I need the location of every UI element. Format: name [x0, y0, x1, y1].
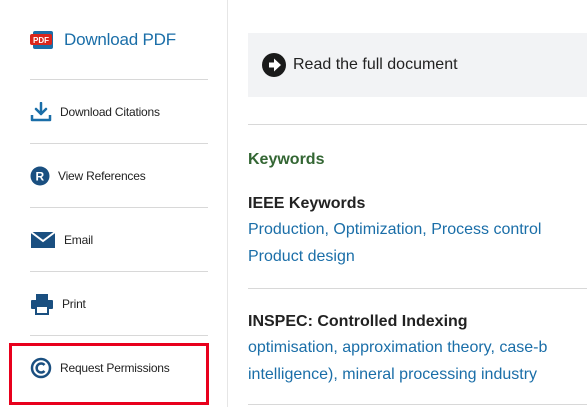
- request-permissions-label: Request Permissions: [60, 361, 170, 375]
- download-pdf-button[interactable]: PDF Download PDF: [30, 0, 208, 80]
- divider: [248, 124, 587, 125]
- request-permissions-button[interactable]: Request Permissions: [30, 336, 208, 400]
- ieee-keywords-line-1[interactable]: Production, Optimization, Process contro…: [248, 221, 541, 239]
- email-button[interactable]: Email: [30, 208, 208, 272]
- arrow-right-circle-icon: [261, 52, 287, 78]
- page: PDF Download PDF Download Citations R Vi…: [0, 0, 587, 407]
- svg-text:R: R: [36, 169, 45, 183]
- ieee-keywords-line-2[interactable]: Product design: [248, 248, 355, 266]
- divider: [248, 288, 587, 289]
- inspec-controlled-line-1[interactable]: optimisation, approximation theory, case…: [248, 339, 547, 357]
- read-full-document-label: Read the full document: [293, 56, 458, 73]
- email-icon: [30, 230, 56, 249]
- divider: [248, 404, 587, 405]
- view-references-button[interactable]: R View References: [30, 144, 208, 208]
- download-icon: [30, 101, 52, 122]
- copyright-icon: [30, 357, 52, 379]
- sidebar: PDF Download PDF Download Citations R Vi…: [0, 0, 228, 407]
- print-icon: [30, 293, 54, 315]
- print-label: Print: [62, 296, 86, 311]
- inspec-controlled-title: INSPEC: Controlled Indexing: [248, 313, 468, 330]
- download-citations-button[interactable]: Download Citations: [30, 80, 208, 144]
- keywords-title: Keywords: [248, 151, 325, 168]
- view-references-label: View References: [58, 168, 146, 183]
- svg-text:PDF: PDF: [33, 36, 49, 45]
- inspec-controlled-line-2[interactable]: intelligence), mineral processing indust…: [248, 366, 537, 384]
- pdf-icon: PDF: [30, 30, 56, 50]
- references-icon: R: [30, 166, 50, 186]
- main-content: Read the full document Keywords IEEE Key…: [228, 0, 587, 407]
- print-button[interactable]: Print: [30, 272, 208, 336]
- download-pdf-label: Download PDF: [64, 29, 176, 49]
- email-label: Email: [64, 232, 94, 247]
- download-citations-label: Download Citations: [60, 104, 160, 119]
- read-full-document-button[interactable]: Read the full document: [248, 33, 587, 97]
- ieee-keywords-title: IEEE Keywords: [248, 195, 366, 212]
